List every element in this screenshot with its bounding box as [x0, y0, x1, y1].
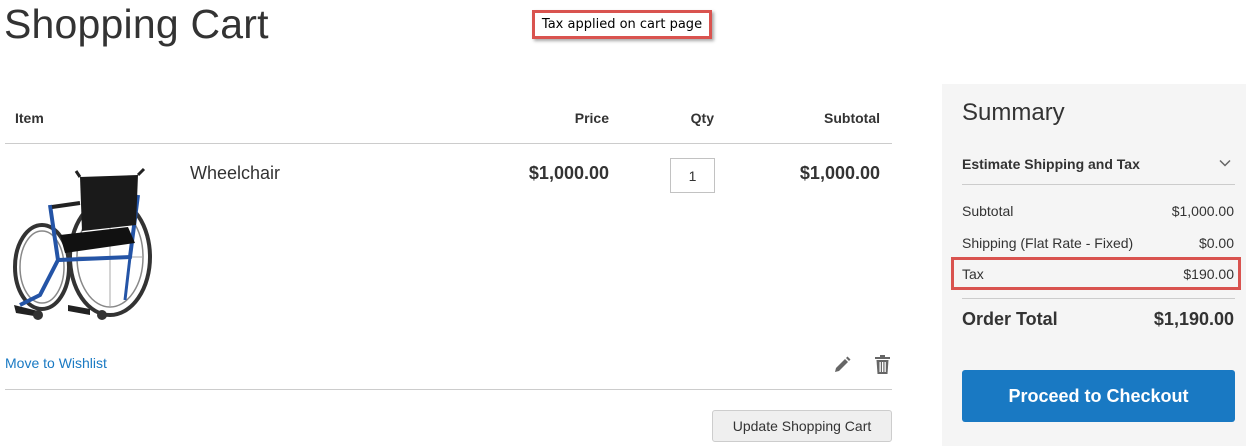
wheelchair-icon[interactable]	[10, 165, 160, 325]
summary-shipping-label: Shipping (Flat Rate - Fixed)	[962, 235, 1134, 251]
summary-divider	[962, 298, 1235, 299]
column-header-item: Item	[15, 110, 44, 126]
column-header-qty: Qty	[690, 110, 714, 126]
table-divider	[5, 143, 892, 144]
summary-title: Summary	[962, 99, 1065, 126]
column-header-subtotal: Subtotal	[824, 110, 880, 126]
item-subtotal: $1,000.00	[799, 163, 880, 183]
tax-highlight-box	[951, 257, 1241, 290]
table-divider	[5, 389, 892, 390]
summary-subtotal-value: $1,000.00	[1171, 203, 1234, 219]
order-total-value: $1,190.00	[1153, 309, 1234, 329]
page-title: Shopping Cart	[4, 1, 269, 47]
product-name-link[interactable]: Wheelchair	[190, 163, 280, 184]
proceed-to-checkout-button[interactable]: Proceed to Checkout	[962, 370, 1235, 422]
pencil-icon[interactable]	[833, 356, 851, 374]
summary-divider	[962, 184, 1235, 185]
order-total-label: Order Total	[962, 309, 1058, 329]
move-to-wishlist-link[interactable]: Move to Wishlist	[5, 355, 107, 371]
annotation-callout: Tax applied on cart page	[532, 10, 712, 39]
trash-icon[interactable]	[874, 355, 891, 374]
update-shopping-cart-button[interactable]: Update Shopping Cart	[712, 410, 892, 442]
summary-subtotal-label: Subtotal	[962, 203, 1014, 219]
summary-shipping-value: $0.00	[1198, 235, 1234, 251]
estimate-shipping-toggle[interactable]: Estimate Shipping and Tax	[962, 156, 1140, 172]
chevron-down-icon[interactable]	[1218, 156, 1232, 170]
item-price: $1,000.00	[528, 163, 609, 183]
qty-input[interactable]	[670, 158, 715, 193]
column-header-price: Price	[574, 110, 609, 126]
